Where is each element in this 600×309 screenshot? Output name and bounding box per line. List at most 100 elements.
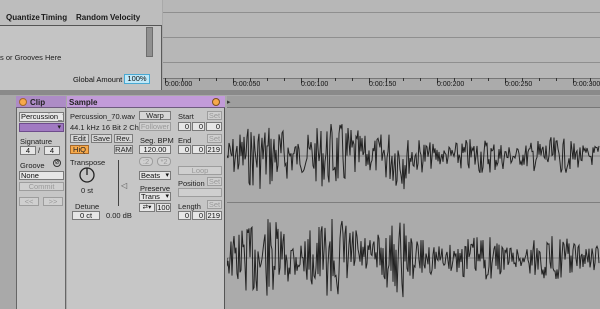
warp-mode-value: Beats — [141, 171, 161, 180]
end-sixteenths-field[interactable]: 219 — [206, 145, 222, 154]
warp-mode-select[interactable]: Beats ▾ — [139, 171, 171, 180]
ram-toggle[interactable]: RAM — [114, 145, 133, 154]
detune-label: Detune — [75, 202, 100, 211]
length-bars-field[interactable]: 0 — [178, 211, 191, 220]
start-beats-field[interactable]: 0 — [192, 122, 205, 131]
chevron-down-icon: ▾ — [57, 124, 61, 131]
signature-label: Signature — [20, 137, 53, 146]
start-marker-icon[interactable]: ▸ — [227, 98, 231, 106]
preserve-select[interactable]: Trans ▾ — [139, 192, 171, 201]
chevron-down-icon: ▾ — [165, 172, 169, 179]
groove-label: Groove — [20, 161, 45, 170]
ruler-minor-tick — [386, 78, 387, 81]
ruler-tick-label: 0:00:100 — [301, 81, 329, 88]
gain-slider-track[interactable] — [118, 160, 119, 206]
column-timing[interactable]: Timing — [41, 13, 67, 22]
signature-denominator[interactable]: 4 — [44, 146, 60, 155]
panel-divider[interactable] — [0, 90, 600, 95]
ruler-minor-tick — [267, 78, 268, 81]
waveform-ruler[interactable] — [227, 96, 600, 108]
ruler-minor-tick — [318, 78, 319, 81]
chevron-down-icon: ▾ — [165, 193, 169, 200]
save-button[interactable]: Save — [91, 134, 112, 143]
length-beats-field[interactable]: 0 — [192, 211, 205, 220]
detune-field[interactable]: 0 ct — [72, 211, 100, 220]
groove-selector[interactable]: None — [19, 171, 64, 180]
end-bars-field[interactable]: 0 — [178, 145, 191, 154]
global-amount-field[interactable]: 100% — [124, 74, 150, 84]
ruler-tick-label: 0:00:150 — [369, 81, 397, 88]
sample-format-info: 44.1 kHz 16 Bit 2 Ch — [70, 123, 139, 132]
position-set-button[interactable]: Set — [207, 177, 222, 186]
transpose-knob[interactable] — [78, 166, 96, 184]
edit-button[interactable]: Edit — [70, 134, 89, 143]
groove-drop-hint: s or Grooves Here — [0, 53, 62, 62]
loop-button[interactable]: Loop — [178, 166, 222, 175]
transient-envelope-field[interactable]: 100 — [156, 203, 171, 212]
ruler-minor-tick — [199, 78, 200, 81]
gain-slider-handle-icon[interactable]: ◁ — [121, 181, 127, 190]
ruler-minor-tick — [284, 78, 285, 81]
start-sixteenths-field[interactable]: 0 — [206, 122, 222, 131]
transpose-value: 0 st — [81, 186, 94, 195]
preserve-value: Trans — [141, 192, 160, 201]
column-velocity[interactable]: Velocity — [110, 13, 140, 22]
commit-button[interactable]: Commit — [19, 182, 64, 191]
ruler-tick-label: 0:00:050 — [233, 81, 261, 88]
ruler-minor-tick — [182, 78, 183, 81]
reverse-button[interactable]: Rev. — [114, 134, 133, 143]
end-set-button[interactable]: Set — [207, 134, 222, 143]
seg-bpm-field[interactable]: 120.00 — [139, 145, 171, 154]
groove-hotswap-icon[interactable]: ⊘ — [53, 159, 61, 167]
global-amount-label: Global Amount — [73, 75, 123, 84]
halve-tempo-button[interactable]: :2 — [139, 157, 153, 166]
sample-file-name: Percussion_70.wav — [70, 112, 136, 121]
clip-activator-icon[interactable] — [19, 98, 27, 106]
ruler-minor-tick — [454, 78, 455, 81]
clip-name-field[interactable]: Percussion_7 — [19, 112, 64, 122]
start-bars-field[interactable]: 0 — [178, 122, 191, 131]
arrangement-area — [163, 0, 600, 90]
sample-options-icon[interactable] — [212, 98, 220, 106]
column-quantize[interactable]: Quantize — [6, 13, 40, 22]
ruler-minor-tick — [420, 78, 421, 81]
ruler-minor-tick — [556, 78, 557, 81]
track-divider — [163, 37, 600, 38]
nudge-back-button[interactable]: << — [19, 197, 39, 206]
start-label: Start — [178, 112, 194, 121]
position-label: Position — [178, 179, 205, 188]
warp-button[interactable]: Warp — [139, 111, 171, 120]
length-sixteenths-field[interactable]: 219 — [206, 211, 222, 220]
end-beats-field[interactable]: 0 — [192, 145, 205, 154]
signature-numerator[interactable]: 4 — [20, 146, 36, 155]
ruler-tick-label: 0:00:250 — [505, 81, 533, 88]
seg-bpm-label: Seg. BPM — [140, 136, 174, 145]
track-divider — [163, 62, 600, 63]
ruler-minor-tick — [216, 78, 217, 81]
track-divider — [163, 12, 600, 13]
groove-pool-scrollbar[interactable] — [146, 27, 153, 57]
ruler-minor-tick — [352, 78, 353, 81]
ruler-minor-tick — [471, 78, 472, 81]
clip-color-field[interactable]: ▾ — [19, 123, 64, 132]
ruler-tick-label: 0:00:300 — [573, 81, 600, 88]
hiq-toggle[interactable]: HiQ — [70, 145, 89, 154]
nudge-forward-button[interactable]: >> — [43, 197, 63, 206]
double-tempo-button[interactable]: *2 — [157, 157, 171, 166]
ruler-minor-tick — [488, 78, 489, 81]
column-random[interactable]: Random — [76, 13, 108, 22]
ruler-tick-label: 0:00:000 — [165, 81, 193, 88]
gain-value: 0.00 dB — [106, 211, 132, 220]
ruler-minor-tick — [335, 78, 336, 81]
end-label: End — [178, 136, 192, 145]
follower-button[interactable]: Follower — [139, 122, 171, 131]
sample-header-title: Sample — [69, 98, 98, 107]
start-set-button[interactable]: Set — [207, 111, 222, 120]
loop-mode-icon[interactable]: ⇄▾ — [139, 203, 155, 212]
ruler-minor-tick — [403, 78, 404, 81]
position-field-disabled — [178, 188, 222, 197]
ruler-tick-label: 0:00:200 — [437, 81, 465, 88]
length-set-button[interactable]: Set — [207, 200, 222, 209]
ruler-minor-tick — [539, 78, 540, 81]
ruler-minor-tick — [590, 78, 591, 81]
